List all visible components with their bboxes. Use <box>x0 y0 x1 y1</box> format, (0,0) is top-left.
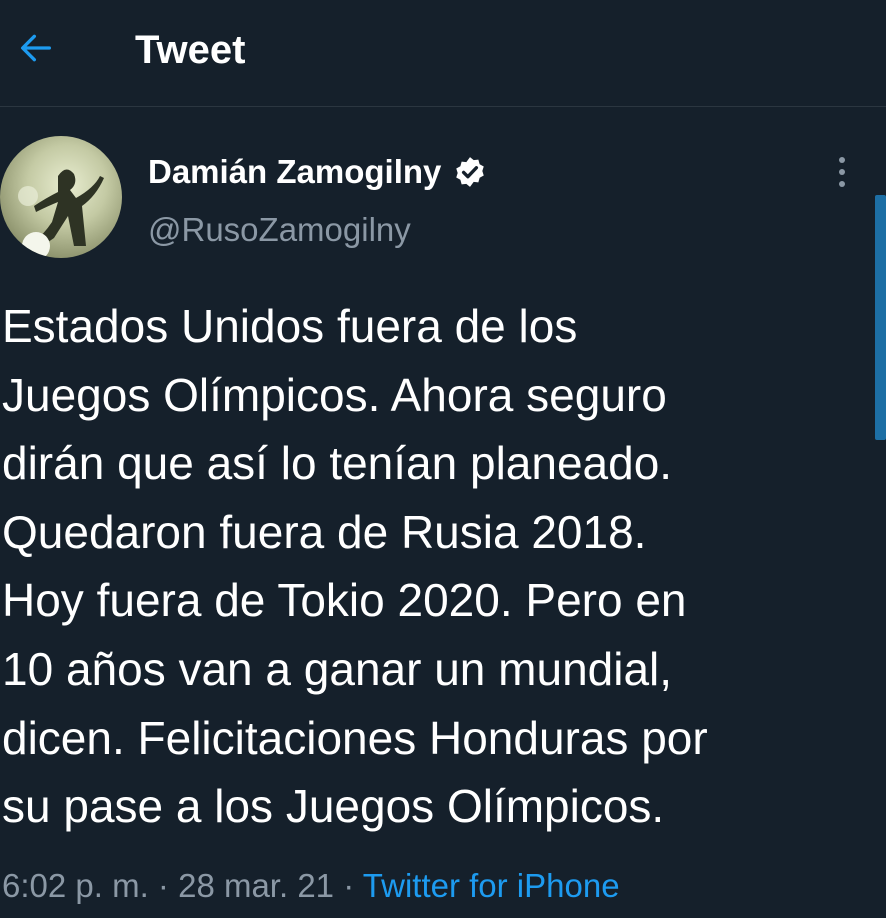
avatar-photo <box>18 169 104 258</box>
tweet-time[interactable]: 6:02 p. m. <box>2 867 149 904</box>
tweet-text: Estados Unidos fuera de los Juegos Olímp… <box>2 300 708 833</box>
tweet-metadata: 6:02 p. m. · 28 mar. 21 · Twitter for iP… <box>2 864 620 908</box>
back-button[interactable] <box>14 26 58 70</box>
more-vertical-icon <box>839 157 845 187</box>
page-title: Tweet <box>135 28 246 72</box>
author-name[interactable]: Damián Zamogilny <box>148 150 441 194</box>
tweet-detail-screen: Tweet Damián Zamogilny @RusoZamogilny Es… <box>0 0 886 918</box>
author-handle[interactable]: @RusoZamogilny <box>148 208 411 252</box>
tweet-date[interactable]: 28 mar. 21 <box>178 867 334 904</box>
top-app-bar: Tweet <box>0 0 886 107</box>
separator-dot: · <box>343 867 355 904</box>
verified-badge-icon <box>453 155 487 189</box>
scrollbar[interactable] <box>875 195 886 440</box>
avatar[interactable] <box>0 136 122 258</box>
tweet-source-link[interactable]: Twitter for iPhone <box>363 867 620 904</box>
author-row: Damián Zamogilny <box>148 150 487 194</box>
separator-dot: · <box>157 867 169 904</box>
more-options-button[interactable] <box>822 150 862 194</box>
arrow-left-icon <box>21 34 51 62</box>
